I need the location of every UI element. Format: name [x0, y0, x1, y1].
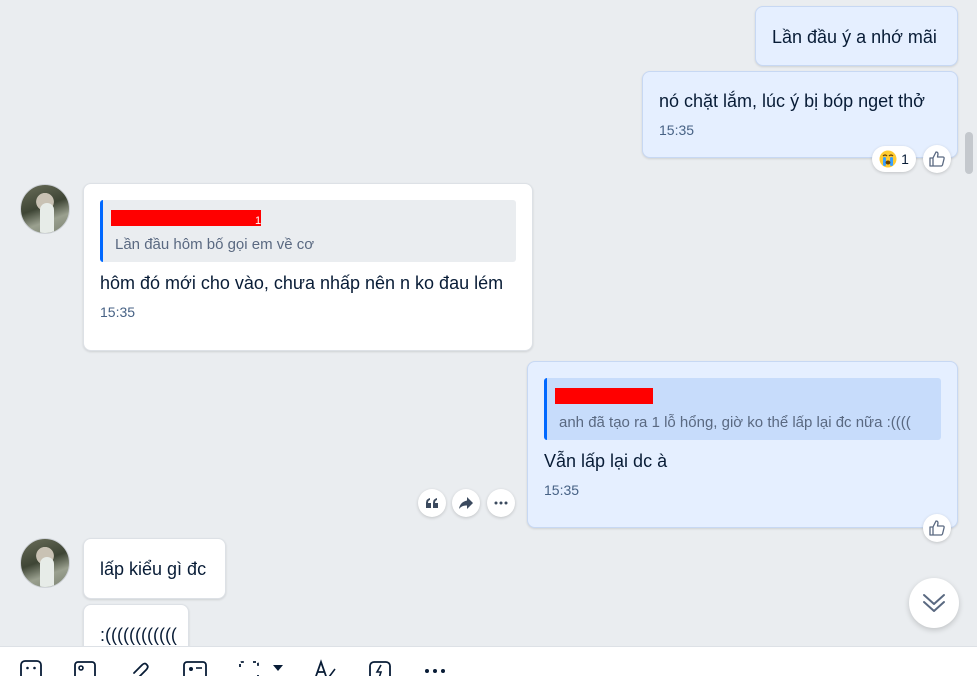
- screenshot-options-button[interactable]: [268, 659, 288, 676]
- quick-message-icon: [368, 659, 392, 676]
- message-bubble-sent[interactable]: nó chặt lắm, lúc ý bị bóp nget thở 15:35: [642, 71, 958, 158]
- image-icon: [73, 659, 97, 676]
- composer-toolbar: [0, 646, 977, 676]
- quote-icon: [425, 496, 439, 510]
- quote-button[interactable]: [418, 489, 446, 517]
- dropdown-caret-icon: [271, 659, 285, 673]
- redaction-box: [111, 210, 261, 226]
- message-time: 15:35: [659, 122, 695, 138]
- message-text: hôm đó mới cho vào, chưa nhấp nên n ko đ…: [100, 273, 504, 293]
- message-time: 15:35: [100, 304, 136, 320]
- contact-card-button[interactable]: [182, 659, 208, 676]
- reaction-count: 1: [901, 151, 909, 167]
- forward-icon: [458, 496, 474, 510]
- attachment-icon: [127, 659, 151, 676]
- more-options-button[interactable]: [422, 659, 448, 676]
- crying-face-icon: [879, 150, 897, 168]
- message-text: :((((((((((((: [100, 625, 177, 645]
- message-bubble-received[interactable]: lấp kiểu gì đc: [83, 538, 226, 599]
- thumbs-up-icon: [928, 519, 946, 537]
- message-bubble-received[interactable]: 1 Lần đầu hôm bố gọi em về cơ hôm đó mới…: [83, 183, 533, 351]
- more-button[interactable]: [487, 489, 515, 517]
- chat-area: Lần đầu ý a nhớ mãi nó chặt lắm, lúc ý b…: [0, 0, 977, 646]
- message-bubble-received[interactable]: :((((((((((((: [83, 604, 189, 646]
- screenshot-button[interactable]: [236, 659, 262, 676]
- message-text: Vẫn lấp lại dc à: [544, 451, 668, 471]
- redaction-box: [555, 388, 653, 404]
- screenshot-icon: [237, 659, 261, 676]
- quote-author: 1: [111, 210, 504, 228]
- image-button[interactable]: [72, 659, 98, 676]
- quick-message-button[interactable]: [367, 659, 393, 676]
- quoted-message[interactable]: anh đã tạo ra 1 lỗ hổng, giờ ko thể lấp …: [544, 378, 941, 440]
- quoted-message[interactable]: 1 Lần đầu hôm bố gọi em về cơ: [100, 200, 516, 262]
- forward-button[interactable]: [452, 489, 480, 517]
- message-text: nó chặt lắm, lúc ý bị bóp nget thở: [659, 91, 925, 111]
- avatar[interactable]: [20, 538, 70, 588]
- message-text: Lần đầu ý a nhớ mãi: [772, 27, 937, 47]
- more-icon: [423, 659, 447, 676]
- avatar[interactable]: [20, 184, 70, 234]
- attachment-button[interactable]: [126, 659, 152, 676]
- scrollbar-thumb[interactable]: [965, 132, 973, 174]
- message-time: 15:35: [544, 482, 580, 498]
- scroll-to-bottom-button[interactable]: [909, 578, 959, 628]
- thumbs-up-icon: [928, 150, 946, 168]
- sticker-button[interactable]: [18, 659, 44, 676]
- message-bubble-sent[interactable]: anh đã tạo ra 1 lỗ hổng, giờ ko thể lấp …: [527, 361, 958, 528]
- text-format-icon: [312, 659, 338, 676]
- sticker-icon: [19, 659, 43, 676]
- like-button[interactable]: [923, 145, 951, 173]
- quote-text: Lần đầu hôm bố gọi em về cơ: [115, 236, 315, 253]
- like-button[interactable]: [923, 514, 951, 542]
- message-bubble-sent[interactable]: Lần đầu ý a nhớ mãi: [755, 6, 958, 66]
- quote-text: anh đã tạo ra 1 lỗ hổng, giờ ko thể lấp …: [559, 414, 911, 431]
- more-icon: [494, 501, 508, 505]
- message-text: lấp kiểu gì đc: [100, 559, 207, 579]
- reaction-badge[interactable]: 1: [872, 146, 916, 172]
- text-format-button[interactable]: [312, 659, 338, 676]
- contact-card-icon: [182, 659, 208, 676]
- double-chevron-down-icon: [921, 590, 947, 616]
- quote-author: [555, 388, 929, 406]
